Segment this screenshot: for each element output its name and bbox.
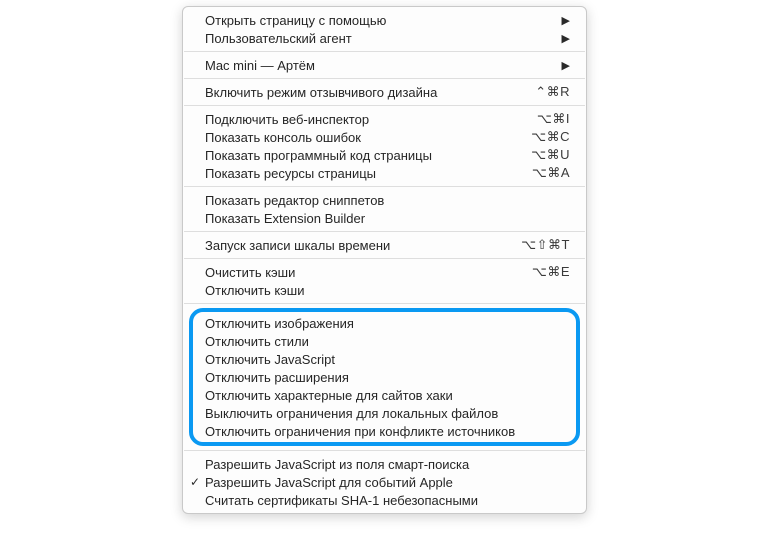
highlighted-menu-group: Отключить изображения Отключить стили От… [189,308,580,446]
menu-shortcut: ⌥⌘A [532,165,570,181]
menu-shortcut: ⌥⌘I [537,111,570,127]
chevron-right-icon: ▶ [562,59,570,72]
develop-context-menu: Открыть страницу с помощью ▶ Пользовател… [182,6,587,514]
menu-item-timeline-recording[interactable]: Запуск записи шкалы времени ⌥⇧⌘T [183,236,586,254]
menu-label: Показать консоль ошибок [205,130,521,145]
chevron-right-icon: ▶ [562,32,570,45]
menu-separator [184,105,585,106]
menu-label: Показать программный код страницы [205,148,521,163]
menu-item-user-agent[interactable]: Пользовательский агент ▶ [183,29,586,47]
menu-label: Открыть страницу с помощью [205,13,552,28]
menu-label: Подключить веб-инспектор [205,112,527,127]
menu-label: Отключить изображения [205,316,566,331]
menu-item-snippet-editor[interactable]: Показать редактор сниппетов [183,191,586,209]
menu-label: Запуск записи шкалы времени [205,238,511,253]
menu-item-responsive-design[interactable]: Включить режим отзывчивого дизайна ⌃⌘R [183,83,586,101]
menu-separator [184,231,585,232]
menu-separator [184,450,585,451]
menu-item-device[interactable]: Mac mini — Артём ▶ [183,56,586,74]
menu-item-disable-site-hacks[interactable]: Отключить характерные для сайтов хаки [193,386,576,404]
menu-separator [184,78,585,79]
menu-item-web-inspector[interactable]: Подключить веб-инспектор ⌥⌘I [183,110,586,128]
menu-item-disable-javascript[interactable]: Отключить JavaScript [193,350,576,368]
menu-item-disable-styles[interactable]: Отключить стили [193,332,576,350]
menu-item-sha1-unsafe[interactable]: Считать сертификаты SHA-1 небезопасными [183,491,586,509]
menu-shortcut: ⌥⌘C [531,129,570,145]
menu-label: Считать сертификаты SHA-1 небезопасными [205,493,570,508]
menu-label: Отключить стили [205,334,566,349]
chevron-right-icon: ▶ [562,14,570,27]
menu-label: Mac mini — Артём [205,58,552,73]
menu-item-page-source[interactable]: Показать программный код страницы ⌥⌘U [183,146,586,164]
menu-label: Отключить ограничения при конфликте исто… [205,424,566,439]
menu-label: Очистить кэши [205,265,522,280]
menu-separator [184,303,585,304]
menu-item-disable-images[interactable]: Отключить изображения [193,314,576,332]
menu-label: Включить режим отзывчивого дизайна [205,85,525,100]
menu-label: Разрешить JavaScript для событий Apple [205,475,570,490]
menu-item-extension-builder[interactable]: Показать Extension Builder [183,209,586,227]
menu-item-disable-cross-origin[interactable]: Отключить ограничения при конфликте исто… [193,422,576,440]
menu-label: Пользовательский агент [205,31,552,46]
menu-item-allow-js-apple-events[interactable]: ✓ Разрешить JavaScript для событий Apple [183,473,586,491]
menu-item-disable-local-file-restrictions[interactable]: Выключить ограничения для локальных файл… [193,404,576,422]
menu-item-clear-caches[interactable]: Очистить кэши ⌥⌘E [183,263,586,281]
menu-shortcut: ⌥⇧⌘T [521,237,570,253]
menu-separator [184,51,585,52]
menu-label: Отключить характерные для сайтов хаки [205,388,566,403]
menu-item-disable-caches[interactable]: Отключить кэши [183,281,586,299]
menu-label: Отключить JavaScript [205,352,566,367]
menu-shortcut: ⌥⌘E [532,264,570,280]
menu-label: Отключить кэши [205,283,570,298]
menu-item-disable-extensions[interactable]: Отключить расширения [193,368,576,386]
menu-label: Показать Extension Builder [205,211,570,226]
menu-label: Разрешить JavaScript из поля смарт-поиск… [205,457,570,472]
menu-separator [184,258,585,259]
check-icon: ✓ [190,475,200,489]
menu-label: Отключить расширения [205,370,566,385]
menu-item-page-resources[interactable]: Показать ресурсы страницы ⌥⌘A [183,164,586,182]
menu-shortcut: ⌃⌘R [535,84,570,100]
menu-item-allow-js-smart-search[interactable]: Разрешить JavaScript из поля смарт-поиск… [183,455,586,473]
menu-label: Показать ресурсы страницы [205,166,522,181]
menu-label: Выключить ограничения для локальных файл… [205,406,566,421]
menu-separator [184,186,585,187]
menu-shortcut: ⌥⌘U [531,147,570,163]
menu-label: Показать редактор сниппетов [205,193,570,208]
menu-item-error-console[interactable]: Показать консоль ошибок ⌥⌘C [183,128,586,146]
menu-item-open-with[interactable]: Открыть страницу с помощью ▶ [183,11,586,29]
